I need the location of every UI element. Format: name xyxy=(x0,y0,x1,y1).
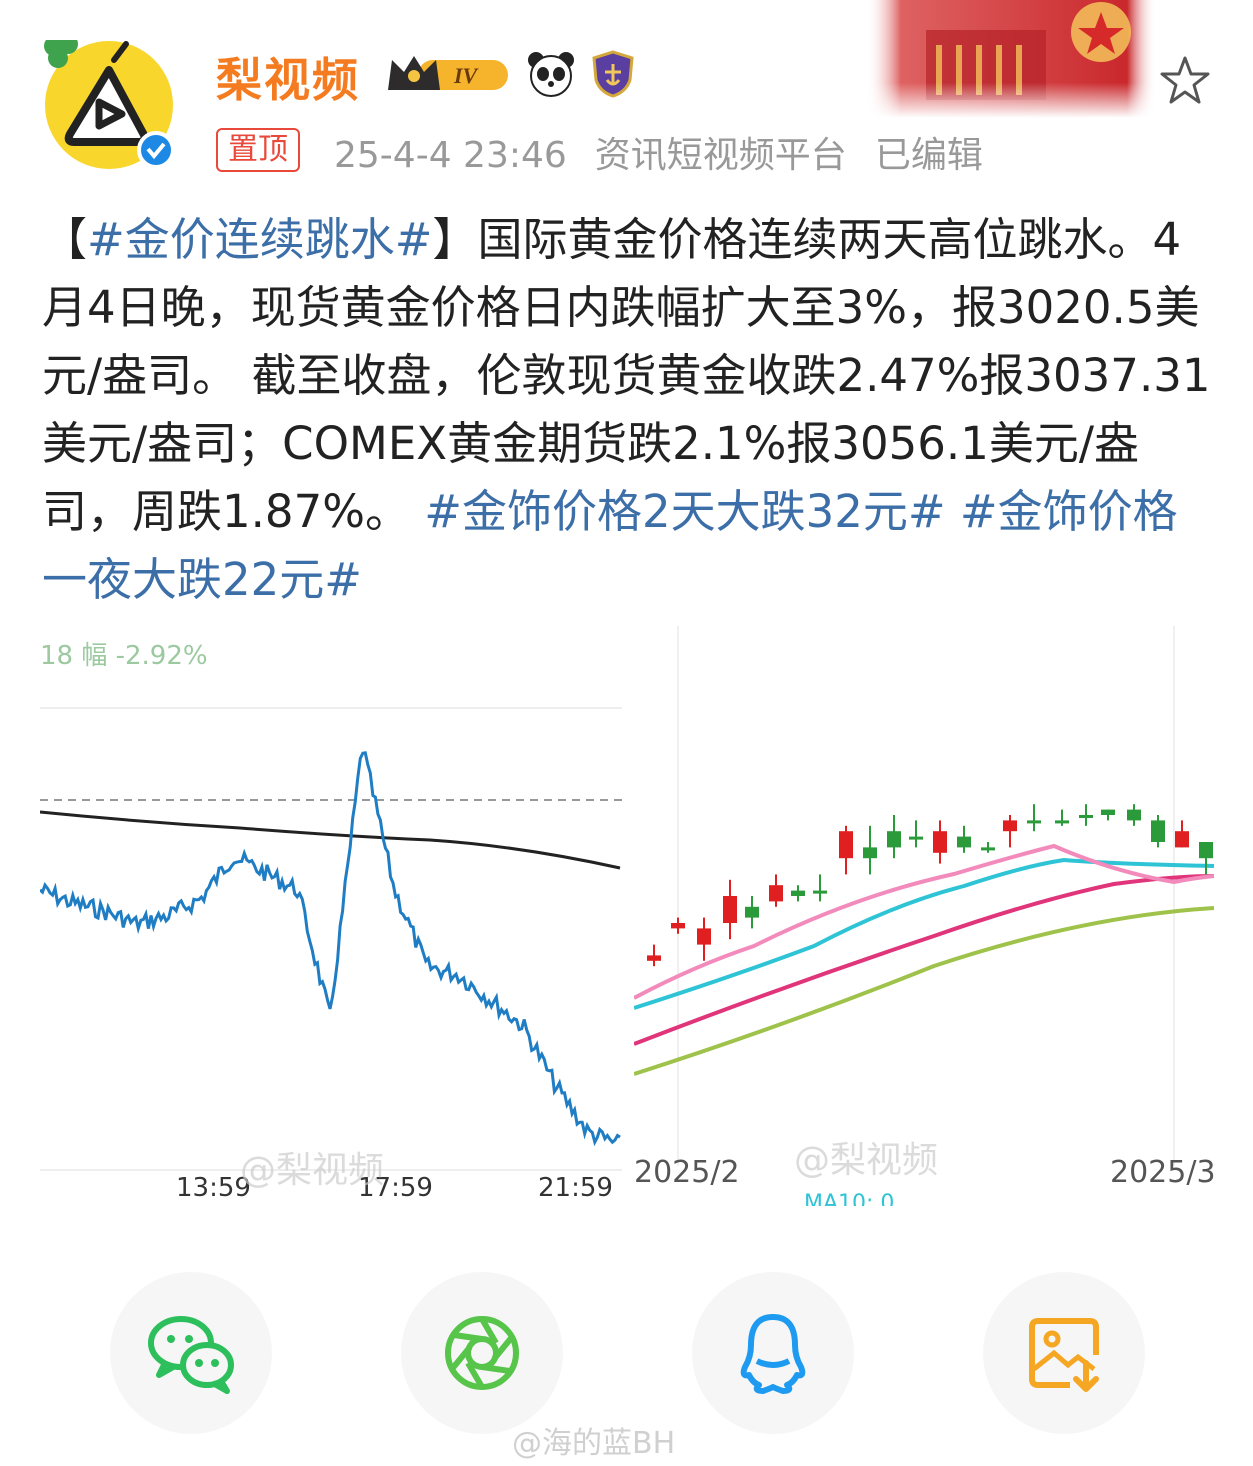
favorite-star-icon[interactable] xyxy=(1158,54,1212,108)
candle-body xyxy=(1027,820,1041,824)
candle-body xyxy=(813,890,827,894)
bracket-close: 】 xyxy=(432,213,478,266)
chart-left-xtick: 21:59 xyxy=(538,1173,613,1203)
share-moments-button[interactable] xyxy=(401,1272,563,1434)
ma-line-fast xyxy=(634,843,1215,1000)
candle-body xyxy=(769,885,783,902)
candle-body xyxy=(1079,815,1093,818)
bracket-open: 【 xyxy=(42,213,88,266)
candle-body xyxy=(1101,809,1115,815)
topic-tag-gold-price[interactable]: #金价连续跳水# xyxy=(87,213,432,266)
post-meta: 25-4-4 23:46 资讯短视频平台 已编辑 xyxy=(334,126,1011,178)
candle-body xyxy=(745,906,759,918)
chart-right-ma-label: MA10: 0 xyxy=(804,1191,894,1206)
intraday-price-line xyxy=(40,751,621,1147)
wechat-icon xyxy=(148,1316,234,1394)
candle-body xyxy=(1003,820,1017,832)
shield-badge-icon[interactable] xyxy=(590,50,636,98)
ma-line-long xyxy=(634,906,1215,1076)
panda-badge-icon[interactable] xyxy=(526,50,576,98)
pinned-badge: 置顶 xyxy=(216,128,300,172)
chart-left-watermark: @梨视频 xyxy=(240,1150,384,1191)
moments-icon xyxy=(445,1316,519,1390)
account-avatar[interactable] xyxy=(44,40,174,170)
save-image-icon xyxy=(1029,1318,1099,1392)
page-watermark: @海的蓝BH xyxy=(512,1426,676,1461)
candle-body xyxy=(863,847,877,859)
candle-body xyxy=(1127,809,1141,821)
candle-body xyxy=(957,836,971,848)
candle-body xyxy=(723,896,737,923)
save-image-button[interactable] xyxy=(983,1272,1145,1434)
daily-candlestick-chart-image[interactable]: 2025/2 2025/3 @梨视频 MA10: 0 xyxy=(634,626,1216,1206)
edited-label[interactable]: 已编辑 xyxy=(875,135,983,176)
candle-body xyxy=(981,847,995,851)
candle-body xyxy=(909,836,923,840)
topic-tag-jewelry-2days[interactable]: #金饰价格2天大跌32元# xyxy=(424,485,945,538)
candle-body xyxy=(933,831,947,853)
share-qq-button[interactable] xyxy=(692,1272,854,1434)
candle-body xyxy=(1175,831,1189,848)
candle-body xyxy=(839,831,853,859)
post-timestamp: 25-4-4 23:46 xyxy=(334,135,567,176)
candle-body xyxy=(647,955,661,961)
post-text: 【#金价连续跳水#】国际黄金价格连续两天高位跳水。4月4日晚，现货黄金价格日内跌… xyxy=(42,206,1217,614)
candle-body xyxy=(887,831,901,848)
chart-right-xtick: 2025/3 xyxy=(1110,1155,1216,1190)
crown-badge-level: IV xyxy=(453,63,480,88)
post-source: 资讯短视频平台 xyxy=(594,135,847,176)
chart-right-xtick: 2025/2 xyxy=(634,1155,740,1190)
candlesticks xyxy=(647,804,1213,967)
account-name[interactable]: 梨视频 xyxy=(216,44,360,110)
qq-icon xyxy=(740,1314,806,1394)
festival-banner-image xyxy=(866,0,1156,118)
chart-left-header: 18 幅 -2.92% xyxy=(40,641,208,671)
candle-body xyxy=(791,890,805,896)
crown-badge-icon[interactable]: IV xyxy=(384,52,514,98)
intraday-gold-chart-image[interactable]: 18 幅 -2.92% 13:59 17:59 21:59 @梨视频 xyxy=(40,630,622,1210)
chart-right-watermark: @梨视频 xyxy=(794,1140,938,1181)
candle-body xyxy=(671,923,685,929)
candle-body xyxy=(1055,820,1069,824)
candle-body xyxy=(1199,842,1213,859)
candle-body xyxy=(1151,820,1165,842)
share-wechat-button[interactable] xyxy=(110,1272,272,1434)
candle-body xyxy=(697,928,711,945)
